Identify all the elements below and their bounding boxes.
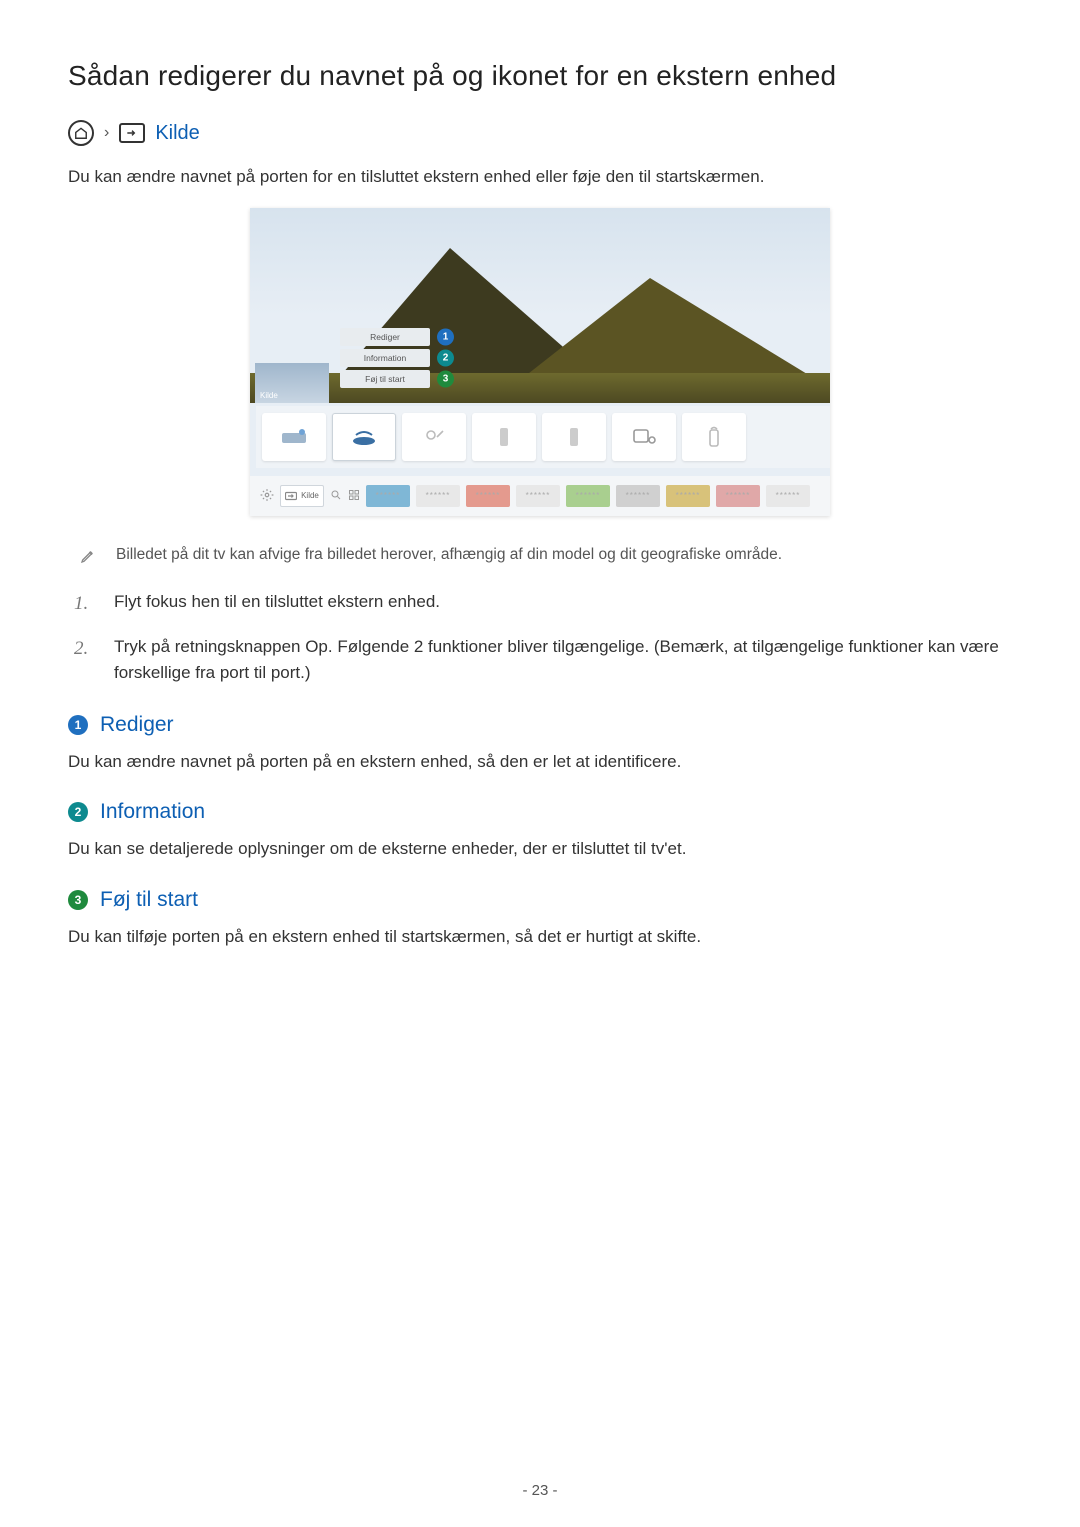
section-title: Rediger [100, 713, 174, 737]
source-tile[interactable] [682, 413, 746, 461]
source-tile[interactable] [612, 413, 676, 461]
breadcrumb-kilde: Kilde [155, 122, 199, 145]
section-rediger: 1 Rediger Du kan ændre navnet på porten … [68, 713, 1012, 775]
popup-item-addstart[interactable]: Føj til start 3 [340, 370, 430, 388]
mountain-graphic [250, 248, 830, 388]
popup-item-rediger[interactable]: Rediger 1 [340, 328, 430, 346]
breadcrumb: › Kilde [68, 120, 1012, 146]
section-body: Du kan tilføje porten på en ekstern enhe… [68, 924, 1012, 950]
callout-badge-2: 2 [437, 349, 454, 366]
callout-badge-3: 3 [437, 370, 454, 387]
section-badge-1: 1 [68, 715, 88, 735]
step-text: Flyt fokus hen til en tilsluttet ekstern… [114, 589, 440, 618]
source-tile[interactable] [402, 413, 466, 461]
source-tile[interactable] [542, 413, 606, 461]
app-chip[interactable]: ****** [616, 485, 660, 507]
section-title: Information [100, 800, 205, 824]
app-chip[interactable]: ****** [566, 485, 610, 507]
search-icon[interactable] [330, 489, 342, 503]
steps-list: Flyt fokus hen til en tilsluttet ekstern… [74, 589, 1012, 687]
kilde-thumbnail: Kilde [255, 363, 329, 403]
app-chip[interactable]: ****** [466, 485, 510, 507]
popup-item-label: Information [364, 353, 407, 363]
list-item: Flyt fokus hen til en tilsluttet ekstern… [74, 589, 1012, 618]
source-strip [256, 406, 830, 468]
app-chip[interactable]: ****** [766, 485, 810, 507]
popup-menu: Rediger 1 Information 2 Føj til start 3 [340, 328, 430, 388]
list-item: Tryk på retningsknappen Op. Følgende 2 f… [74, 634, 1012, 687]
page-title: Sådan redigerer du navnet på og ikonet f… [68, 60, 1012, 92]
source-icon [119, 123, 145, 143]
popup-item-label: Rediger [370, 332, 400, 342]
popup-item-label: Føj til start [365, 374, 405, 384]
intro-text: Du kan ændre navnet på porten for en til… [68, 164, 1012, 190]
bottom-kilde-label: Kilde [301, 491, 319, 500]
home-icon [68, 120, 94, 146]
section-badge-2: 2 [68, 802, 88, 822]
section-badge-3: 3 [68, 890, 88, 910]
bottom-bar: Kilde ****** ****** ****** ****** ******… [250, 476, 830, 516]
source-tile[interactable] [472, 413, 536, 461]
section-body: Du kan se detaljerede oplysninger om de … [68, 836, 1012, 862]
app-chip[interactable]: ****** [516, 485, 560, 507]
section-addstart: 3 Føj til start Du kan tilføje porten på… [68, 888, 1012, 950]
app-chip[interactable]: ****** [416, 485, 460, 507]
apps-icon[interactable] [348, 489, 360, 503]
app-chip[interactable]: ****** [666, 485, 710, 507]
app-chip[interactable]: ****** [366, 485, 410, 507]
section-information: 2 Information Du kan se detaljerede oply… [68, 800, 1012, 862]
section-body: Du kan ændre navnet på porten på en ekst… [68, 749, 1012, 775]
chevron-right-icon: › [104, 124, 109, 142]
grass-graphic [250, 373, 830, 403]
gear-icon[interactable] [260, 488, 274, 504]
note-text: Billedet på dit tv kan afvige fra billed… [116, 546, 782, 564]
popup-item-information[interactable]: Information 2 [340, 349, 430, 367]
callout-badge-1: 1 [437, 328, 454, 345]
step-text: Tryk på retningsknappen Op. Følgende 2 f… [114, 634, 1012, 687]
pencil-icon [80, 548, 96, 569]
section-title: Føj til start [100, 888, 198, 912]
kilde-thumb-label: Kilde [260, 391, 278, 400]
page-number: - 23 - [0, 1482, 1080, 1499]
tv-screenshot: Kilde Rediger 1 Information 2 Føj til st… [250, 208, 830, 516]
bottom-kilde-chip[interactable]: Kilde [280, 485, 324, 507]
app-chip[interactable]: ****** [716, 485, 760, 507]
source-tile-selected[interactable] [332, 413, 396, 461]
source-tile[interactable] [262, 413, 326, 461]
note-row: Billedet på dit tv kan afvige fra billed… [80, 546, 1012, 569]
